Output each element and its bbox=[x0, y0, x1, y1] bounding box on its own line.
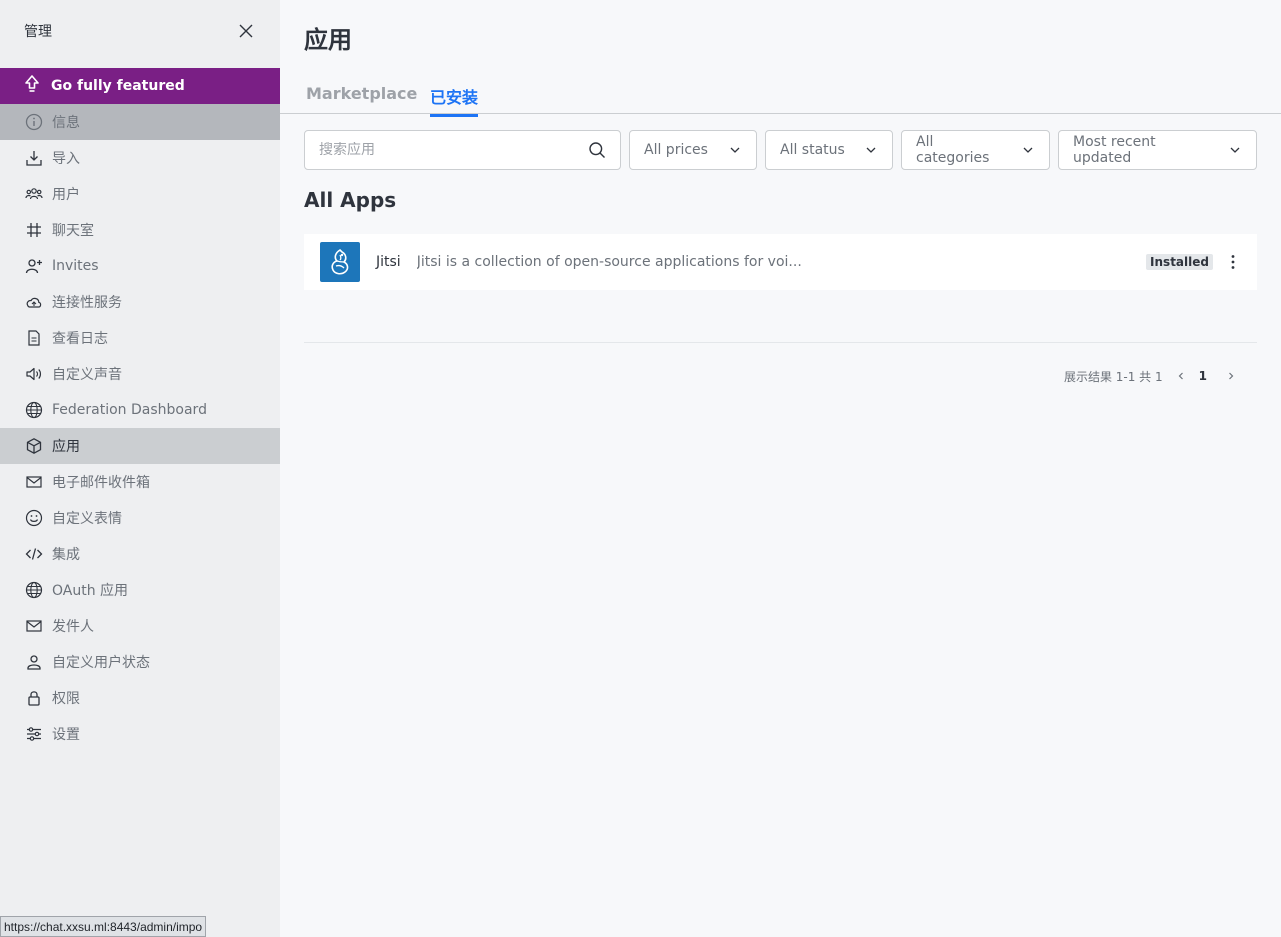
cloud-icon bbox=[24, 292, 44, 312]
sidebar-item-label: 设置 bbox=[52, 727, 80, 743]
sidebar-item-connectivity[interactable]: 连接性服务 bbox=[0, 284, 280, 320]
sidebar-item-permissions[interactable]: 权限 bbox=[0, 680, 280, 716]
sidebar-item-logs[interactable]: 查看日志 bbox=[0, 320, 280, 356]
app-row[interactable]: Jitsi Jitsi is a collection of open-sour… bbox=[304, 234, 1257, 290]
sidebar-item-oauth-apps[interactable]: OAuth 应用 bbox=[0, 572, 280, 608]
sidebar-nav: 信息 导入 用户 聊天室 Invites 连接性服务 查看日志 自定义声音 Fe… bbox=[0, 104, 280, 752]
sidebar-item-label: OAuth 应用 bbox=[52, 583, 129, 599]
sidebar-header: 管理 bbox=[0, 0, 280, 62]
sidebar-item-users[interactable]: 用户 bbox=[0, 176, 280, 212]
import-icon bbox=[24, 148, 44, 168]
mail-icon bbox=[24, 472, 44, 492]
chevron-left-icon[interactable] bbox=[1171, 366, 1191, 386]
tab-marketplace[interactable]: Marketplace bbox=[306, 84, 417, 111]
page-number[interactable]: 1 bbox=[1199, 369, 1207, 383]
lock-icon bbox=[24, 688, 44, 708]
sidebar-item-label: 自定义声音 bbox=[52, 367, 122, 383]
sidebar-item-label: 连接性服务 bbox=[52, 295, 122, 311]
sidebar-item-label: 自定义表情 bbox=[52, 511, 122, 527]
code-icon bbox=[24, 544, 44, 564]
sidebar-item-label: 权限 bbox=[52, 691, 80, 707]
upgrade-arrow-icon bbox=[24, 75, 40, 97]
status-dropdown[interactable]: All status bbox=[765, 130, 893, 170]
emoji-icon bbox=[24, 508, 44, 528]
globe-icon bbox=[24, 580, 44, 600]
page-title: 应用 bbox=[304, 26, 352, 54]
app-description: Jitsi is a collection of open-source app… bbox=[416, 254, 802, 270]
categories-dropdown[interactable]: All categories bbox=[901, 130, 1050, 170]
sidebar-item-label: 集成 bbox=[52, 547, 80, 563]
info-icon bbox=[24, 112, 44, 132]
sidebar-item-label: 信息 bbox=[52, 115, 80, 131]
prices-dropdown[interactable]: All prices bbox=[629, 130, 757, 170]
sidebar-item-label: 查看日志 bbox=[52, 331, 108, 347]
go-fully-featured-button[interactable]: Go fully featured bbox=[0, 68, 280, 104]
sidebar-item-label: 导入 bbox=[52, 151, 80, 167]
volume-icon bbox=[24, 364, 44, 384]
hashtag-icon bbox=[24, 220, 44, 240]
status-badge: Installed bbox=[1146, 254, 1213, 270]
globe-icon bbox=[24, 400, 44, 420]
sidebar-item-integrations[interactable]: 集成 bbox=[0, 536, 280, 572]
sidebar-item-label: 发件人 bbox=[52, 619, 94, 635]
close-icon[interactable] bbox=[236, 21, 256, 41]
section-title: All Apps bbox=[304, 188, 397, 212]
sidebar-item-label: 聊天室 bbox=[52, 223, 94, 239]
sidebar-item-custom-sounds[interactable]: 自定义声音 bbox=[0, 356, 280, 392]
mail-icon bbox=[24, 616, 44, 636]
sort-dropdown-label: Most recent updated bbox=[1073, 134, 1156, 166]
sidebar-item-apps[interactable]: 应用 bbox=[0, 428, 280, 464]
tabs: Marketplace 已安装 bbox=[280, 76, 1281, 117]
sort-dropdown[interactable]: Most recent updated bbox=[1058, 130, 1257, 170]
sidebar-item-custom-emoji[interactable]: 自定义表情 bbox=[0, 500, 280, 536]
browser-status-url: https://chat.xxsu.ml:8443/admin/impo bbox=[0, 916, 207, 937]
file-icon bbox=[24, 328, 44, 348]
user-plus-icon bbox=[24, 256, 44, 276]
sliders-icon bbox=[24, 724, 44, 744]
jitsi-logo bbox=[320, 242, 360, 282]
search-input[interactable] bbox=[319, 142, 588, 158]
upgrade-label: Go fully featured bbox=[51, 78, 185, 94]
chevron-right-icon[interactable] bbox=[1221, 366, 1241, 386]
pagination: 展示结果 1-1 共 1 1 bbox=[1064, 366, 1241, 386]
chevron-down-icon bbox=[728, 143, 742, 157]
sidebar-title: 管理 bbox=[24, 24, 52, 40]
categories-dropdown-label: All categories bbox=[916, 134, 990, 166]
sidebar-item-custom-user-status[interactable]: 自定义用户状态 bbox=[0, 644, 280, 680]
kebab-menu-icon[interactable] bbox=[1225, 252, 1241, 272]
sidebar-item-info[interactable]: 信息 bbox=[0, 104, 280, 140]
sidebar-item-label: 自定义用户状态 bbox=[52, 655, 150, 671]
sidebar-item-rooms[interactable]: 聊天室 bbox=[0, 212, 280, 248]
sidebar-item-label: 用户 bbox=[52, 187, 80, 203]
tab-installed[interactable]: 已安装 bbox=[430, 84, 479, 117]
search-box[interactable] bbox=[304, 130, 621, 170]
prices-dropdown-label: All prices bbox=[644, 142, 708, 158]
divider bbox=[304, 342, 1257, 343]
cube-icon bbox=[24, 436, 44, 456]
main-content: 应用 Marketplace 已安装 All prices All status… bbox=[280, 0, 1281, 937]
chevron-down-icon bbox=[864, 143, 878, 157]
user-icon bbox=[24, 652, 44, 672]
users-icon bbox=[24, 184, 44, 204]
sidebar-item-mailer[interactable]: 发件人 bbox=[0, 608, 280, 644]
admin-sidebar: 管理 Go fully featured 信息 导入 用户 聊天室 Invite… bbox=[0, 0, 280, 937]
sidebar-item-federation-dashboard[interactable]: Federation Dashboard bbox=[0, 392, 280, 428]
pagination-summary: 展示结果 1-1 共 1 bbox=[1063, 369, 1163, 384]
app-name: Jitsi bbox=[376, 254, 401, 270]
chevron-down-icon bbox=[1228, 143, 1242, 157]
sidebar-item-import[interactable]: 导入 bbox=[0, 140, 280, 176]
chevron-down-icon bbox=[1021, 143, 1035, 157]
sidebar-item-email-inboxes[interactable]: 电子邮件收件箱 bbox=[0, 464, 280, 500]
sidebar-item-label: 应用 bbox=[52, 439, 80, 455]
search-icon[interactable] bbox=[588, 141, 606, 159]
sidebar-item-settings[interactable]: 设置 bbox=[0, 716, 280, 752]
sidebar-item-label: Federation Dashboard bbox=[52, 402, 207, 418]
sidebar-item-label: Invites bbox=[52, 258, 99, 274]
sidebar-item-label: 电子邮件收件箱 bbox=[52, 475, 150, 491]
status-dropdown-label: All status bbox=[780, 142, 845, 158]
sidebar-item-invites[interactable]: Invites bbox=[0, 248, 280, 284]
